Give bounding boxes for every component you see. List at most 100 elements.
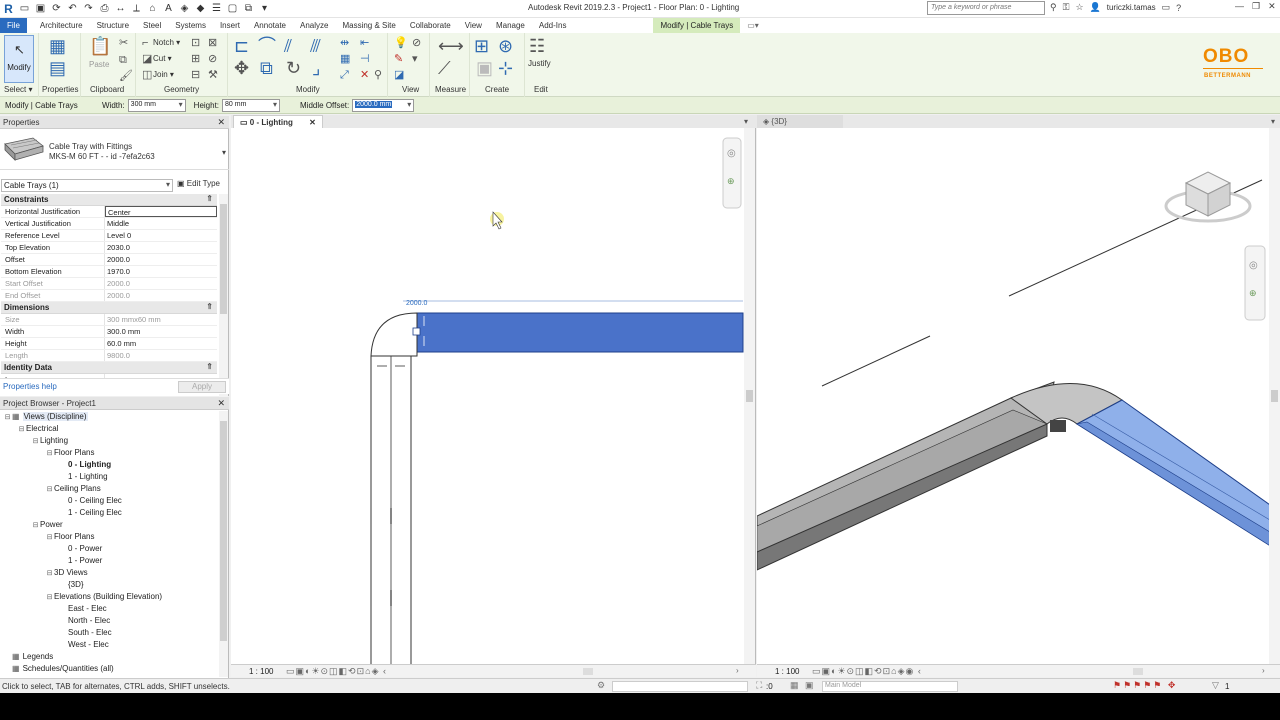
plan-scroll-right-icon[interactable]: › [736,666,739,675]
section-identity-data[interactable]: Identity Data ⇑ [1,362,217,374]
3d-hscroll-thumb[interactable] [1133,668,1143,675]
3d-navigation-bar[interactable] [1244,245,1266,321]
favorites-icon[interactable]: ☆ [1075,2,1083,13]
property-row[interactable]: Offset 2000.0 [1,254,217,266]
user-icon[interactable]: 👤 [1090,2,1101,13]
close-icon[interactable]: ✕ [1268,1,1276,12]
tree-item[interactable]: ▦ Schedules/Quantities (all) [0,663,218,675]
move-icon[interactable]: ✥ [234,59,249,77]
tree-item[interactable]: 1 - Power [0,555,218,567]
property-row[interactable]: Height 60.0 mm [1,338,217,350]
section-dimensions[interactable]: Dimensions ⇑ [1,302,217,314]
linework-icon[interactable]: ✎ [394,53,403,65]
align-icon[interactable]: ⊏ [234,37,249,55]
revit-logo-icon[interactable]: R [2,2,15,16]
tab-massing-site[interactable]: Massing & Site [335,18,402,33]
tab-menu-icon-2[interactable]: ▾ [1271,117,1275,126]
tab-analyze[interactable]: Analyze [293,18,335,33]
cut-button[interactable]: Cut ▾ [153,54,172,63]
cope-icon[interactable]: ⌐ [142,37,148,49]
help-icon[interactable]: ? [1176,3,1181,13]
copy-icon[interactable]: ⧉ [119,54,127,66]
group-select-label[interactable]: Select ▾ [4,85,32,94]
property-row[interactable]: Horizontal Justification Center [1,206,217,218]
3d-zoom-icon[interactable]: ⊕ [1249,288,1257,298]
property-row[interactable]: Reference Level Level 0 [1,230,217,242]
redo-icon[interactable]: ↷ [82,2,95,15]
3d-vscroll[interactable] [1269,128,1280,664]
property-value[interactable]: 2000.0 [105,254,217,265]
property-row[interactable]: Vertical Justification Middle [1,218,217,230]
collapse-icon[interactable]: ⇑ [206,362,213,371]
plan-view-controls-icon[interactable]: ▭▣◐☀⊙◫◧⟲⊡⌂◈ ‹ [286,666,387,677]
tree-item[interactable]: 1 - Ceiling Elec [0,507,218,519]
tab-modify-cable-trays[interactable]: Modify | Cable Trays [653,18,741,33]
mirror-axis-icon[interactable]: ⫽ [284,37,292,55]
tree-item[interactable]: ⊟ Floor Plans [0,447,218,459]
array-icon[interactable]: ▦ [340,53,350,65]
type-selector[interactable]: Cable Tray with Fittings MKS-M 60 FT - -… [0,130,229,170]
plan-drawing[interactable]: 2000.0 ◎ ⊕ [231,128,756,664]
instance-filter-select[interactable]: Cable Trays (1) [1,179,173,192]
selection-options-icons[interactable]: ⚑⚑⚑⚑⚑ ✥ [1113,680,1177,691]
aligned-dimension-icon[interactable]: ⟋ [438,59,451,77]
plan-view-canvas[interactable]: 2000.0 ◎ ⊕ [231,128,756,664]
tab-3d[interactable]: ◈ {3D} [757,115,843,128]
tree-item[interactable]: East - Elec [0,603,218,615]
rotate-icon[interactable]: ↻ [286,59,301,77]
paint-icon[interactable]: ⊟ [191,69,200,81]
collapse-icon[interactable]: ⇑ [206,302,213,311]
copy-element-icon[interactable]: ⧉ [260,59,273,77]
sync-icon[interactable]: ⟳ [50,2,63,15]
tree-item[interactable]: ⊟ 3D Views [0,567,218,579]
tree-item[interactable]: North - Elec [0,615,218,627]
collapse-icon[interactable]: ⇑ [206,194,213,203]
open-icon[interactable]: ▭ [18,2,31,15]
print-icon[interactable]: ⎙ [98,2,111,15]
plan-hscroll-thumb[interactable] [583,668,593,675]
demolish-icon[interactable]: ⊠ [208,37,217,49]
tree-item[interactable]: ⊟ Electrical [0,423,218,435]
measure-icon[interactable]: ↔ [114,2,127,15]
3d-drawing[interactable]: ◎ ⊕ [757,128,1280,664]
text-icon[interactable]: A [162,2,175,15]
unpin-icon[interactable]: ⚲ [374,69,382,81]
wall-joins-icon[interactable]: ⊡ [191,37,200,49]
property-value[interactable]: 300.0 mm [105,326,217,337]
property-value[interactable]: 60.0 mm [105,338,217,349]
tree-item[interactable]: 0 - Lighting [0,459,218,471]
match-properties-icon[interactable]: 🖌 [119,70,133,82]
tree-item[interactable]: ⊟ Elevations (Building Elevation) [0,591,218,603]
justify-label[interactable]: Justify [528,59,551,68]
tree-item[interactable]: ▦ Legends [0,651,218,663]
property-value[interactable]: Level 0 [105,230,217,241]
switch-windows-icon[interactable]: ⧉ [242,2,255,15]
justify-icon[interactable]: ☷ [529,37,545,55]
3d-view-controls-icon[interactable]: ▭▣◐☀⊙◫◧⟲⊡⌂◈◉ ‹ [812,666,922,677]
trim-icon[interactable]: ⇤ [360,37,369,49]
property-value[interactable]: Middle [105,218,217,229]
remove-paint-icon[interactable]: ⊘ [208,53,217,65]
properties-close-icon[interactable]: ✕ [217,117,225,128]
measure-distance-icon[interactable]: ⟷ [438,37,464,55]
tab-steel[interactable]: Steel [136,18,168,33]
scale-icon[interactable]: ⤢ [340,69,349,81]
tab-collaborate[interactable]: Collaborate [403,18,458,33]
width-select[interactable]: 300 mm [127,98,186,112]
thin-lines-icon[interactable]: ☰ [210,2,223,15]
tree-item[interactable]: West - Elec [0,639,218,651]
subscription-icon[interactable]: ⚿ [1063,2,1070,13]
dimension-icon[interactable]: ⟂ [130,2,143,15]
tray-grip[interactable] [412,327,421,336]
create-similar-icon[interactable]: ⊹ [498,59,513,77]
trim-extend-icon[interactable]: ⌟ [312,59,320,77]
save-icon[interactable]: ▣ [34,2,47,15]
editable-icon[interactable]: ⛶ [756,680,764,691]
tab-file[interactable]: File [0,18,27,33]
offset-icon[interactable]: ⌒ [258,37,276,55]
hammer-icon[interactable]: ⚒ [208,69,218,81]
properties-scroll-thumb[interactable] [220,204,227,314]
section-constraints[interactable]: Constraints ⇑ [1,194,217,206]
property-row[interactable]: Top Elevation 2030.0 [1,242,217,254]
zoom-icon[interactable]: ⊕ [727,176,735,186]
